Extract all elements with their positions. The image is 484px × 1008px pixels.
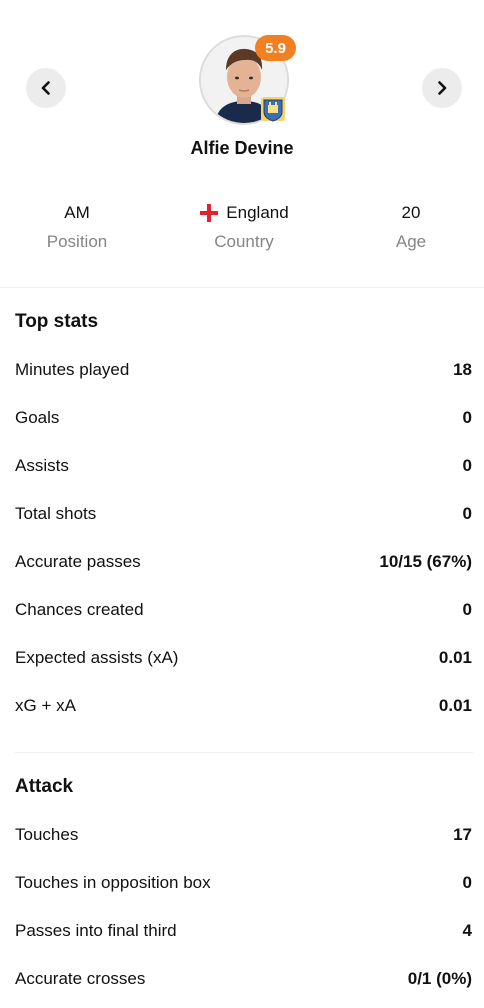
divider bbox=[15, 752, 473, 753]
stat-label: Chances created bbox=[15, 600, 144, 619]
england-flag-icon bbox=[199, 203, 219, 223]
stat-label: Goals bbox=[15, 408, 60, 427]
stat-row: Chances created 0 bbox=[0, 586, 484, 634]
stat-value: 0.01 bbox=[438, 696, 472, 715]
age-info: 20 Age bbox=[331, 196, 484, 252]
position-info: AM Position bbox=[0, 196, 157, 252]
stat-label: Expected assists (xA) bbox=[15, 648, 179, 667]
stat-row: Minutes played 18 bbox=[0, 346, 484, 394]
country-info: England Country bbox=[164, 196, 324, 252]
stat-value: 0.01 bbox=[438, 648, 472, 667]
chevron-right-icon bbox=[438, 81, 447, 95]
stat-label: Touches in opposition box bbox=[15, 873, 211, 892]
stat-row: Total shots 0 bbox=[0, 490, 484, 538]
rating-badge: 5.9 bbox=[255, 35, 296, 61]
stat-value: 18 bbox=[453, 360, 472, 379]
stat-label: Touches bbox=[15, 825, 79, 844]
player-avatar: 5.9 bbox=[199, 35, 296, 125]
top-stats-section: Top stats Minutes played 18 Goals 0 Assi… bbox=[0, 298, 484, 730]
section-title: Attack bbox=[15, 776, 74, 797]
divider bbox=[0, 287, 484, 288]
stat-value: 0 bbox=[462, 873, 472, 892]
stat-row: Touches in opposition box 0 bbox=[0, 859, 484, 907]
position-label: Position bbox=[46, 232, 108, 251]
stat-row: Expected assists (xA) 0.01 bbox=[0, 634, 484, 682]
player-header: 5.9 Alfie Devine bbox=[0, 0, 484, 185]
stat-value: 0 bbox=[462, 600, 472, 619]
stat-value: 17 bbox=[453, 825, 472, 844]
country-value: England bbox=[226, 203, 289, 222]
chevron-left-icon bbox=[41, 81, 50, 95]
position-value: AM bbox=[64, 203, 90, 222]
section-title: Top stats bbox=[15, 311, 99, 332]
stat-value: 10/15 (67%) bbox=[379, 552, 472, 571]
country-value-row: England bbox=[164, 196, 324, 230]
stat-row: Passes into final third 4 bbox=[0, 907, 484, 955]
stat-label: Passes into final third bbox=[15, 921, 177, 940]
player-info: AM Position England Country 20 Age bbox=[0, 196, 484, 276]
stat-row: Touches 17 bbox=[0, 811, 484, 859]
player-name: Alfie Devine bbox=[190, 138, 294, 158]
stat-row: Assists 0 bbox=[0, 442, 484, 490]
age-label: Age bbox=[395, 232, 427, 251]
stat-row: Accurate crosses 0/1 (0%) bbox=[0, 955, 484, 1003]
stat-label: Minutes played bbox=[15, 360, 130, 379]
stat-row: Accurate passes 10/15 (67%) bbox=[0, 538, 484, 586]
next-player-button[interactable] bbox=[422, 68, 462, 108]
club-crest-icon bbox=[260, 96, 286, 122]
stat-label: Total shots bbox=[15, 504, 97, 523]
stat-label: Accurate crosses bbox=[15, 969, 146, 988]
previous-player-button[interactable] bbox=[26, 68, 66, 108]
stat-value: 0 bbox=[462, 408, 472, 427]
stat-value: 0 bbox=[462, 504, 472, 523]
stat-value: 0 bbox=[462, 456, 472, 475]
age-value: 20 bbox=[401, 203, 421, 222]
stat-label: xG + xA bbox=[15, 696, 76, 715]
stat-row: xG + xA 0.01 bbox=[0, 682, 484, 730]
country-label: Country bbox=[214, 232, 274, 251]
attack-section: Attack Touches 17 Touches in opposition … bbox=[0, 763, 484, 1003]
stat-value: 0/1 (0%) bbox=[407, 969, 472, 988]
stat-row: Goals 0 bbox=[0, 394, 484, 442]
stat-label: Accurate passes bbox=[15, 552, 141, 571]
stat-label: Assists bbox=[15, 456, 69, 475]
stat-value: 4 bbox=[462, 921, 472, 940]
